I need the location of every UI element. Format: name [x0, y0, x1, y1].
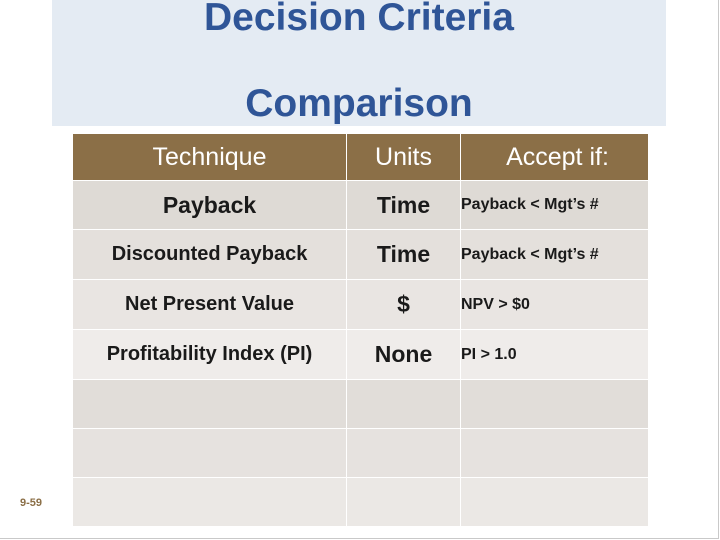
cell-accept: Payback < Mgt’s #	[460, 180, 649, 230]
cell-units: Time	[346, 180, 461, 230]
table-header-accept-if: Accept if:	[460, 133, 649, 181]
cell-accept: NPV > $0	[460, 279, 649, 330]
cell-accept	[460, 477, 649, 527]
page-number: 9-59	[20, 497, 43, 509]
table-row: Net Present Value $ NPV > $0	[72, 279, 649, 330]
slide-title-line-1: Decision Criteria	[204, 0, 514, 39]
cell-units: None	[346, 329, 461, 380]
cell-units: Time	[346, 229, 461, 280]
slide: Decision Criteria Comparison Technique U…	[0, 0, 720, 540]
cell-technique	[72, 477, 347, 527]
table-row	[72, 379, 649, 429]
table-header-technique: Technique	[72, 133, 347, 181]
table-row: Discounted Payback Time Payback < Mgt’s …	[72, 229, 649, 280]
table-row: Payback Time Payback < Mgt’s #	[72, 180, 649, 230]
cell-accept	[460, 428, 649, 478]
cell-technique: Net Present Value	[72, 279, 347, 330]
cell-units	[346, 428, 461, 478]
cell-technique	[72, 428, 347, 478]
cell-technique: Profitability Index (PI)	[72, 329, 347, 380]
cell-technique: Discounted Payback	[72, 229, 347, 280]
cell-units	[346, 477, 461, 527]
cell-technique: Payback	[72, 180, 347, 230]
slide-title-line-2: Comparison	[245, 81, 473, 125]
cell-units: $	[346, 279, 461, 330]
slide-title: Decision Criteria Comparison	[52, 0, 666, 126]
cell-accept: Payback < Mgt’s #	[460, 229, 649, 280]
cell-accept	[460, 379, 649, 429]
table-row: Profitability Index (PI) None PI > 1.0	[72, 329, 649, 380]
table-header-row: Technique Units Accept if:	[72, 133, 649, 181]
table-header-units: Units	[346, 133, 461, 181]
table-row	[72, 477, 649, 527]
cell-technique	[72, 379, 347, 429]
cell-units	[346, 379, 461, 429]
table-row	[72, 428, 649, 478]
cell-accept: PI > 1.0	[460, 329, 649, 380]
decision-criteria-table: Technique Units Accept if: Payback Time …	[72, 133, 649, 527]
